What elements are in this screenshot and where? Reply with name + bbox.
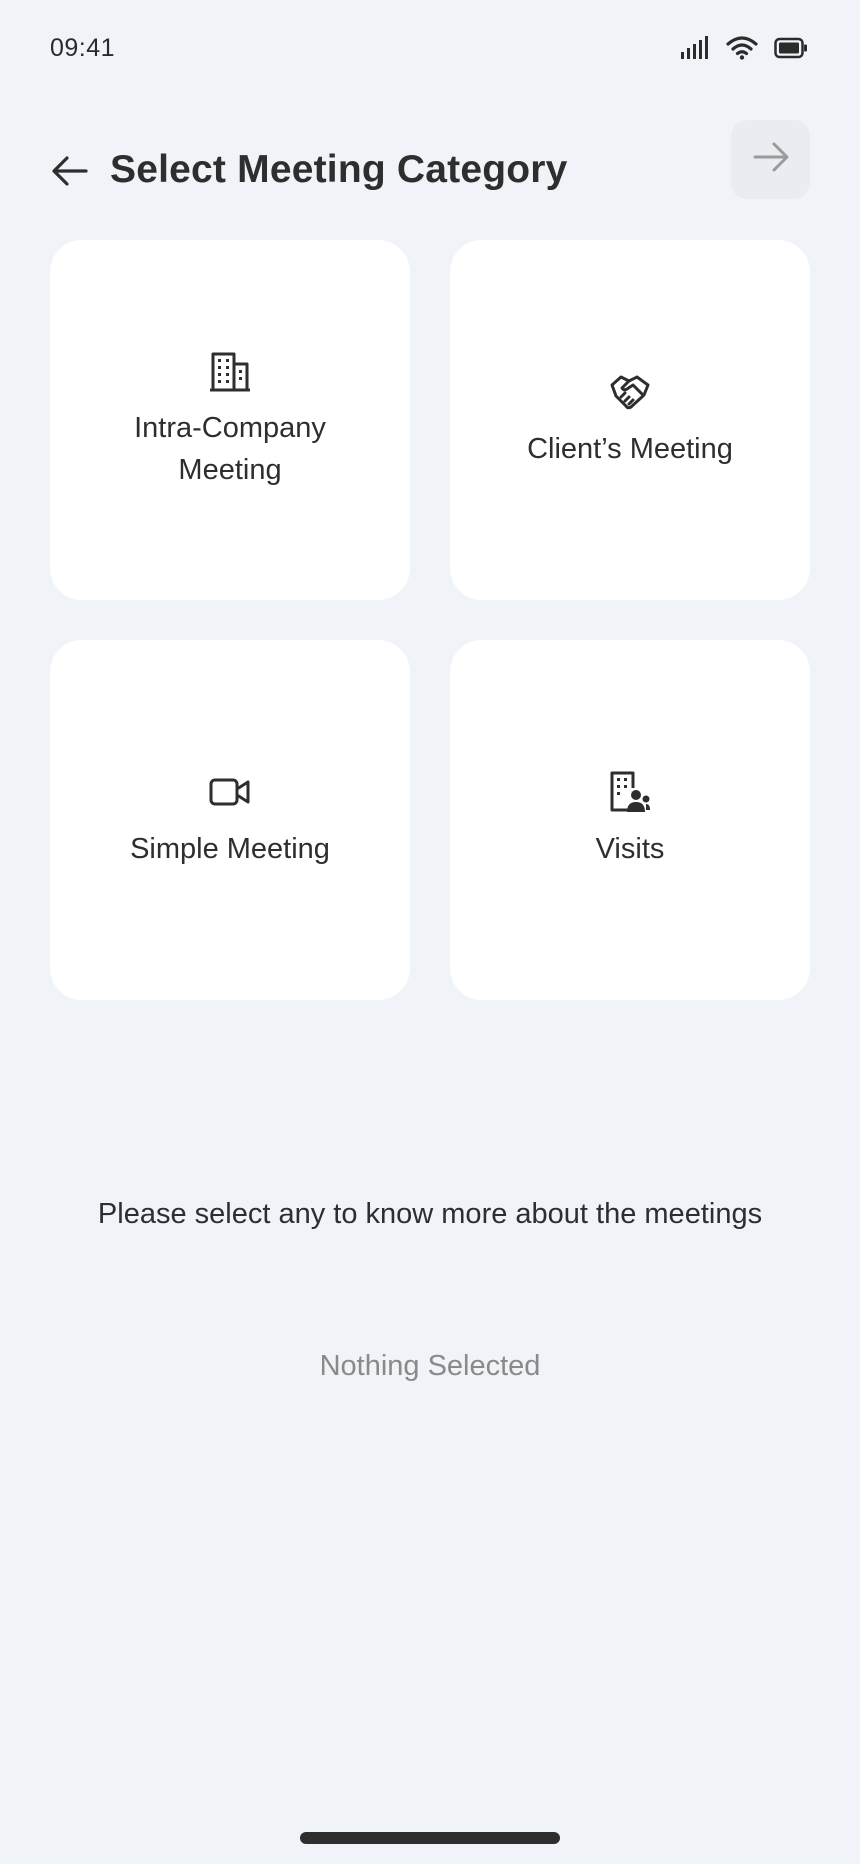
arrow-left-icon: [52, 155, 88, 191]
status-icons: [680, 36, 808, 65]
handshake-icon: [608, 370, 652, 414]
category-label: Visits: [595, 833, 665, 865]
next-button[interactable]: [731, 120, 810, 199]
category-label: Simple Meeting: [130, 833, 330, 865]
building-people-icon: [608, 770, 652, 814]
building-icon: [208, 349, 252, 393]
category-label: Intra-Company Meeting: [134, 412, 326, 486]
category-label: Client’s Meeting: [527, 433, 733, 465]
wifi-icon: [726, 36, 758, 65]
header: Select Meeting Category: [0, 118, 860, 228]
signal-icon: [680, 36, 710, 65]
instruction-text: Please select any to know more about the…: [97, 1198, 763, 1230]
home-indicator[interactable]: [300, 1832, 560, 1844]
category-card-intra-company[interactable]: Intra-Company Meeting: [50, 240, 410, 600]
category-card-simple[interactable]: Simple Meeting: [50, 640, 410, 1000]
category-card-client[interactable]: Client’s Meeting: [450, 240, 810, 600]
page-title: Select Meeting Category: [110, 148, 568, 191]
arrow-right-icon: [753, 142, 789, 177]
video-camera-icon: [208, 770, 252, 814]
back-button[interactable]: [48, 153, 92, 193]
status-time: 09:41: [50, 34, 116, 62]
status-bar: 09:41: [0, 0, 860, 100]
battery-icon: [774, 37, 808, 64]
meeting-category-grid: Intra-Company Meeting Client’s Meeting S…: [50, 240, 810, 1000]
category-card-visits[interactable]: Visits: [450, 640, 810, 1000]
selection-status: Nothing Selected: [319, 1350, 541, 1382]
